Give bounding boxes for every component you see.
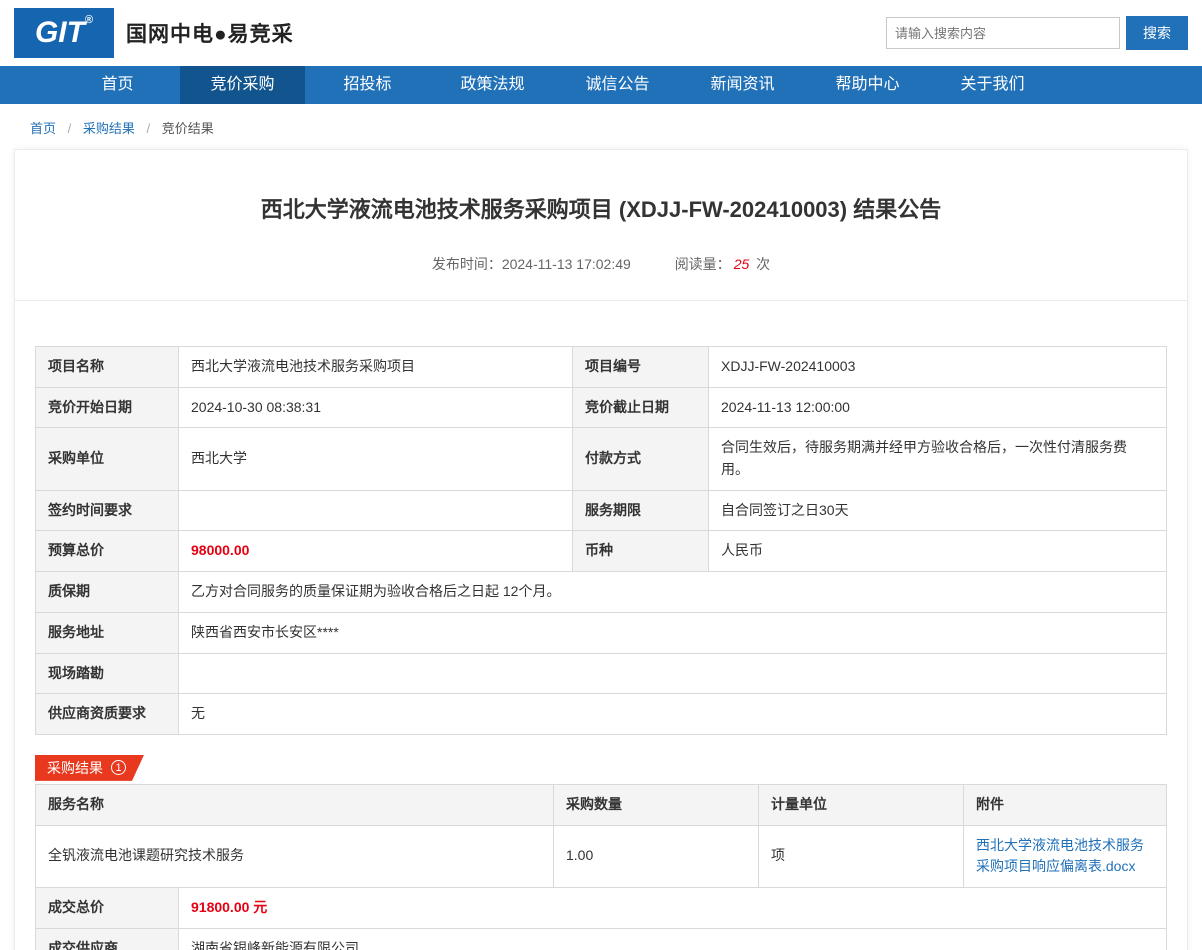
- result-table: 服务名称 采购数量 计量单位 附件 全钒液流电池课题研究技术服务 1.00 项 …: [35, 784, 1167, 888]
- views-unit: 次: [756, 256, 770, 272]
- project-info-table: 项目名称 西北大学液流电池技术服务采购项目 项目编号 XDJJ-FW-20241…: [35, 346, 1167, 735]
- info-value-cell: 自合同签订之日30天: [709, 490, 1167, 531]
- table-row: 现场踏勘: [36, 653, 1167, 694]
- breadcrumb-separator: /: [68, 121, 72, 136]
- column-header: 采购数量: [554, 784, 759, 825]
- info-value-cell: 2024-10-30 08:38:31: [179, 387, 573, 428]
- info-label-cell: 质保期: [36, 572, 179, 613]
- views-count: 25: [734, 256, 750, 272]
- summary-label-cell: 成交总价: [36, 887, 179, 928]
- nav-item-integrity-notices[interactable]: 诚信公告: [555, 66, 680, 104]
- nav-item-tenders[interactable]: 招投标: [305, 66, 430, 104]
- column-header: 服务名称: [36, 784, 554, 825]
- table-row: 供应商资质要求 无: [36, 694, 1167, 735]
- nav-item-home[interactable]: 首页: [55, 66, 180, 104]
- table-row: 服务地址 陕西省西安市长安区****: [36, 612, 1167, 653]
- info-value-cell: 无: [179, 694, 1167, 735]
- table-row: 预算总价 98000.00 币种 人民币: [36, 531, 1167, 572]
- nav-item-help-center[interactable]: 帮助中心: [805, 66, 930, 104]
- info-label-cell: 竞价截止日期: [573, 387, 709, 428]
- logo-text: GIT: [35, 16, 85, 50]
- publish-time-label: 发布时间：: [432, 256, 502, 272]
- brand-title: 国网中电●易竞采: [126, 18, 294, 48]
- table-header-row: 服务名称 采购数量 计量单位 附件: [36, 784, 1167, 825]
- table-row: 成交总价 91800.00 元: [36, 887, 1167, 928]
- table-row: 全钒液流电池课题研究技术服务 1.00 项 西北大学液流电池技术服务采购项目响应…: [36, 825, 1167, 887]
- info-value-cell: 人民币: [709, 531, 1167, 572]
- article-meta: 发布时间：2024-11-13 17:02:49 阅读量：25 次: [15, 224, 1187, 301]
- info-label-cell: 签约时间要求: [36, 490, 179, 531]
- breadcrumb: 首页 / 采购结果 / 竞价结果: [0, 104, 1202, 149]
- info-value-cell: 西北大学液流电池技术服务采购项目: [179, 347, 573, 388]
- top-header: GIT® 国网中电●易竞采 搜索: [0, 0, 1202, 66]
- nav-item-bidding-procurement[interactable]: 竞价采购: [180, 66, 305, 104]
- result-summary-table: 成交总价 91800.00 元 成交供应商 湖南省银峰新能源有限公司 质保及售后…: [35, 887, 1167, 950]
- nav-item-news[interactable]: 新闻资讯: [680, 66, 805, 104]
- info-value-cell: 合同生效后，待服务期满并经甲方验收合格后，一次性付清服务费用。: [709, 428, 1167, 490]
- publish-time-value: 2024-11-13 17:02:49: [502, 256, 631, 272]
- search-input[interactable]: [886, 17, 1120, 49]
- info-label-cell: 项目编号: [573, 347, 709, 388]
- table-row: 竞价开始日期 2024-10-30 08:38:31 竞价截止日期 2024-1…: [36, 387, 1167, 428]
- site-logo[interactable]: GIT®: [14, 8, 114, 58]
- breadcrumb-current: 竞价结果: [162, 121, 214, 136]
- budget-total-value: 98000.00: [179, 531, 573, 572]
- deal-total-price-value: 91800.00 元: [179, 887, 1167, 928]
- attachment-cell: 西北大学液流电池技术服务采购项目响应偏离表.docx: [964, 825, 1167, 887]
- unit-cell: 项: [759, 825, 964, 887]
- summary-label-cell: 成交供应商: [36, 928, 179, 950]
- breadcrumb-procurement-results-link[interactable]: 采购结果: [83, 121, 135, 136]
- info-label-cell: 采购单位: [36, 428, 179, 490]
- info-label-cell: 项目名称: [36, 347, 179, 388]
- info-label-cell: 币种: [573, 531, 709, 572]
- nav-item-about-us[interactable]: 关于我们: [930, 66, 1055, 104]
- info-label-cell: 服务地址: [36, 612, 179, 653]
- info-value-cell: XDJJ-FW-202410003: [709, 347, 1167, 388]
- table-row: 签约时间要求 服务期限 自合同签订之日30天: [36, 490, 1167, 531]
- procurement-result-badge: 采购结果 1: [35, 755, 144, 781]
- views-label: 阅读量：: [675, 256, 731, 272]
- info-label-cell: 服务期限: [573, 490, 709, 531]
- breadcrumb-separator: /: [147, 121, 151, 136]
- info-value-cell: [179, 490, 573, 531]
- info-value-cell: 2024-11-13 12:00:00: [709, 387, 1167, 428]
- main-nav: 首页 竞价采购 招投标 政策法规 诚信公告 新闻资讯 帮助中心 关于我们: [0, 66, 1202, 104]
- table-row: 质保期 乙方对合同服务的质量保证期为验收合格后之日起 12个月。: [36, 572, 1167, 613]
- registered-mark-icon: ®: [85, 14, 93, 26]
- badge-number-icon: 1: [111, 760, 126, 775]
- winning-supplier-value: 湖南省银峰新能源有限公司: [179, 928, 1167, 950]
- table-row: 项目名称 西北大学液流电池技术服务采购项目 项目编号 XDJJ-FW-20241…: [36, 347, 1167, 388]
- search-bar: 搜索: [886, 16, 1188, 50]
- info-label-cell: 现场踏勘: [36, 653, 179, 694]
- service-name-cell: 全钒液流电池课题研究技术服务: [36, 825, 554, 887]
- info-value-cell: 乙方对合同服务的质量保证期为验收合格后之日起 12个月。: [179, 572, 1167, 613]
- attachment-link[interactable]: 西北大学液流电池技术服务采购项目响应偏离表.docx: [976, 837, 1144, 875]
- column-header: 计量单位: [759, 784, 964, 825]
- info-value-cell: [179, 653, 1167, 694]
- info-label-cell: 竞价开始日期: [36, 387, 179, 428]
- column-header: 附件: [964, 784, 1167, 825]
- page-title: 西北大学液流电池技术服务采购项目 (XDJJ-FW-202410003) 结果公…: [35, 150, 1167, 224]
- info-label-cell: 预算总价: [36, 531, 179, 572]
- table-row: 采购单位 西北大学 付款方式 合同生效后，待服务期满并经甲方验收合格后，一次性付…: [36, 428, 1167, 490]
- info-value-cell: 西北大学: [179, 428, 573, 490]
- info-label-cell: 供应商资质要求: [36, 694, 179, 735]
- info-value-cell: 陕西省西安市长安区****: [179, 612, 1167, 653]
- breadcrumb-home-link[interactable]: 首页: [30, 121, 56, 136]
- announcement-card: 西北大学液流电池技术服务采购项目 (XDJJ-FW-202410003) 结果公…: [14, 149, 1188, 950]
- badge-label: 采购结果: [47, 758, 103, 778]
- quantity-cell: 1.00: [554, 825, 759, 887]
- search-button[interactable]: 搜索: [1126, 16, 1188, 50]
- info-label-cell: 付款方式: [573, 428, 709, 490]
- table-row: 成交供应商 湖南省银峰新能源有限公司: [36, 928, 1167, 950]
- nav-item-policies[interactable]: 政策法规: [430, 66, 555, 104]
